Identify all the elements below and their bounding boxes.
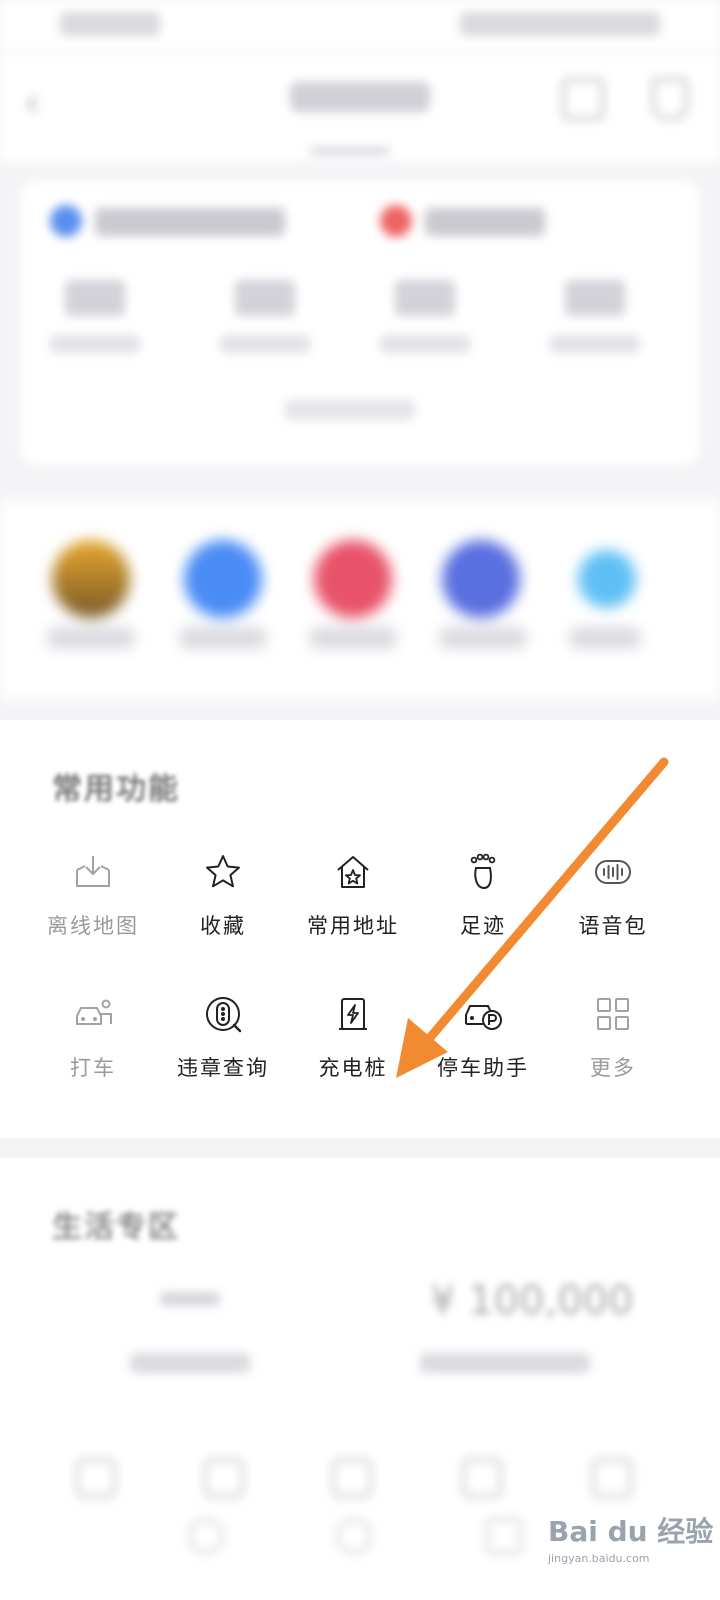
app-row xyxy=(0,500,720,700)
func-parking-assistant[interactable]: 停车助手 xyxy=(418,994,548,1082)
app-label xyxy=(310,628,396,648)
stats-blue-icon xyxy=(50,205,82,237)
stats-title-left xyxy=(95,208,285,236)
common-functions-card: 常用功能 离线地图 收藏 常用地址 足迹 语音包 打车 违章查询 充电桩 停车助… xyxy=(0,720,720,1138)
func-violation-query[interactable]: 违章查询 xyxy=(158,994,288,1082)
tab-icon[interactable] xyxy=(332,1458,372,1498)
app-icon[interactable] xyxy=(52,540,130,618)
func-label: 足迹 xyxy=(460,914,506,938)
app-label xyxy=(440,628,526,648)
app-icon[interactable] xyxy=(314,540,392,618)
func-favorites[interactable]: 收藏 xyxy=(158,852,288,940)
tab-icon[interactable] xyxy=(462,1458,502,1498)
nav-recent-key[interactable] xyxy=(486,1518,522,1554)
star-icon xyxy=(206,855,240,888)
watermark-text: Bai du 经验 xyxy=(548,1515,714,1548)
func-voice-pack[interactable]: 语音包 xyxy=(548,852,678,940)
charging-pile-icon xyxy=(339,998,367,1030)
tab-icon[interactable] xyxy=(76,1458,116,1498)
stats-title-right xyxy=(425,208,545,236)
app-icon[interactable] xyxy=(578,550,636,608)
stat-label xyxy=(550,335,640,353)
stat-number xyxy=(565,280,625,316)
func-offline-map[interactable]: 离线地图 xyxy=(28,852,158,940)
section-title: 常用功能 xyxy=(52,772,180,807)
stat-label xyxy=(220,335,310,353)
tab-icon[interactable] xyxy=(204,1458,244,1498)
page-title-blurred xyxy=(290,82,430,112)
nav-back-key[interactable] xyxy=(188,1518,224,1554)
stats-more-link[interactable] xyxy=(285,400,415,420)
tab-icon[interactable] xyxy=(592,1458,632,1498)
offline-map-download-icon xyxy=(76,856,110,887)
func-label: 收藏 xyxy=(200,914,246,938)
voice-wave-icon xyxy=(595,860,631,884)
section-title: 生活专区 xyxy=(52,1210,180,1245)
func-label: 语音包 xyxy=(578,914,648,938)
zone-item-label xyxy=(420,1353,590,1373)
func-label: 打车 xyxy=(70,1056,116,1080)
func-more[interactable]: 更多 xyxy=(548,994,678,1082)
parking-car-icon xyxy=(465,1005,502,1030)
func-label: 充电桩 xyxy=(318,1056,388,1080)
stats-red-icon xyxy=(380,205,412,237)
stat-label xyxy=(50,335,140,353)
app-label xyxy=(180,628,266,648)
stat-number xyxy=(65,280,125,316)
func-label: 停车助手 xyxy=(437,1056,529,1080)
func-label: 违章查询 xyxy=(177,1056,269,1080)
home-star-icon xyxy=(337,856,369,888)
func-label: 常用地址 xyxy=(307,914,399,938)
app-label xyxy=(570,628,640,648)
status-bar xyxy=(0,0,720,52)
func-label: 更多 xyxy=(590,1056,636,1080)
func-taxi[interactable]: 打车 xyxy=(28,994,158,1082)
zone-price: ¥ 100,000 xyxy=(430,1278,634,1324)
func-charging-pile[interactable]: 充电桩 xyxy=(288,994,418,1082)
stat-label xyxy=(380,335,470,353)
status-right xyxy=(460,12,660,36)
header: ‹ xyxy=(0,52,720,162)
func-footprint[interactable]: 足迹 xyxy=(418,852,548,940)
back-arrow-icon[interactable]: ‹ xyxy=(24,80,40,126)
app-icon[interactable] xyxy=(184,540,262,618)
watermark: Bai du 经验 jingyan.baidu.com xyxy=(548,1510,713,1565)
zone-item-value xyxy=(160,1293,220,1305)
func-common-address[interactable]: 常用地址 xyxy=(288,852,418,940)
page-indicator xyxy=(310,147,390,155)
app-label xyxy=(48,628,134,648)
footprint-icon xyxy=(470,853,496,890)
traffic-light-search-icon xyxy=(206,997,242,1033)
status-left xyxy=(60,12,160,36)
watermark-sub: jingyan.baidu.com xyxy=(548,1552,650,1565)
stat-number xyxy=(235,280,295,316)
func-label: 离线地图 xyxy=(47,914,139,938)
taxi-icon xyxy=(76,999,112,1025)
app-icon[interactable] xyxy=(442,540,520,618)
settings-icon[interactable] xyxy=(652,78,688,120)
grid-more-icon xyxy=(597,998,629,1030)
nav-home-key[interactable] xyxy=(336,1518,372,1554)
message-icon[interactable] xyxy=(562,78,604,120)
zone-item-label xyxy=(130,1353,250,1373)
stats-card xyxy=(20,180,700,465)
stat-number xyxy=(395,280,455,316)
